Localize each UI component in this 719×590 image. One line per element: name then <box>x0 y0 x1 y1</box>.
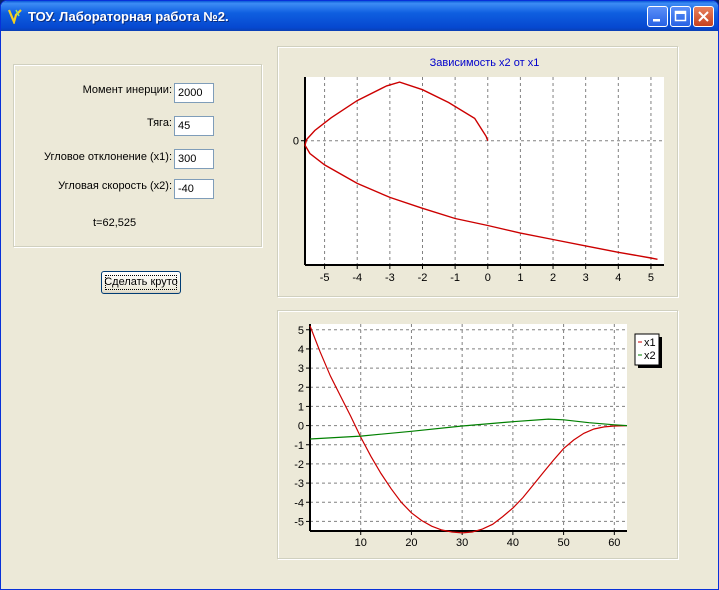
y-tick-label: 4 <box>298 344 304 356</box>
x-tick-label: 50 <box>557 537 569 549</box>
phase-chart: Зависимость x2 от x1 -5 -4 -3 -2 -1 0 1 2 3 4 5 0 <box>293 57 664 284</box>
angle-input[interactable]: 300 <box>174 149 214 169</box>
x-tick-label: -5 <box>320 272 330 284</box>
thrust-label: Тяга: <box>146 117 172 129</box>
x-tick-label: 0 <box>485 272 491 284</box>
client-area: Момент инерции: 2000 Тяга: 45 Угловое от… <box>4 31 715 587</box>
plot-area <box>305 77 664 265</box>
phase-chart-frame: Зависимость x2 от x1 -5 -4 -3 -2 -1 0 1 2 3 4 5 0 <box>277 46 678 297</box>
y-tick-label: 5 <box>298 325 304 337</box>
x-tick-label: 1 <box>517 272 523 284</box>
close-icon <box>698 11 709 22</box>
y-tick-label: -2 <box>294 459 304 471</box>
minimize-button[interactable] <box>647 6 668 27</box>
x-tick-label: 20 <box>405 537 417 549</box>
parameters-group: Момент инерции: 2000 Тяга: 45 Угловое от… <box>13 64 262 247</box>
x-tick-label: 2 <box>550 272 556 284</box>
window-title: ТОУ. Лабораторная работа №2. <box>28 9 229 24</box>
x-tick-label: 5 <box>648 272 654 284</box>
y-tick-label: -3 <box>294 478 304 490</box>
focus-rect <box>105 275 177 290</box>
maximize-icon <box>674 10 687 22</box>
y-tick-label: 0 <box>298 421 304 433</box>
x-tick-label: -4 <box>352 272 362 284</box>
x-tick-label: -3 <box>385 272 395 284</box>
x-tick-label: 10 <box>355 537 367 549</box>
y-tick-label: -5 <box>294 516 304 528</box>
legend-label: x1 <box>644 337 656 349</box>
x-tick-label: 30 <box>456 537 468 549</box>
y-tick-label: 0 <box>293 136 299 148</box>
chart-title: Зависимость x2 от x1 <box>430 57 540 69</box>
x-tick-label: 40 <box>507 537 519 549</box>
y-tick-label: -1 <box>294 440 304 452</box>
y-tick-label: 3 <box>298 363 304 375</box>
close-button[interactable] <box>693 6 714 27</box>
x-tick-label: 60 <box>608 537 620 549</box>
time-readout: t=62,525 <box>93 217 137 229</box>
legend-label: x2 <box>644 350 656 362</box>
y-tick-label: 1 <box>298 401 304 413</box>
inertia-label: Момент инерции: <box>82 84 172 96</box>
x-tick-label: -2 <box>418 272 428 284</box>
angle-label: Угловое отклонение (x1): <box>43 151 172 163</box>
inertia-input[interactable]: 2000 <box>174 83 214 103</box>
speed-label: Угловая скорость (x2): <box>58 180 172 192</box>
x-tick-label: 4 <box>615 272 621 284</box>
make-cool-button[interactable]: Сделать круто <box>101 271 181 294</box>
time-chart-frame: 10 20 30 40 50 60 5 4 3 2 1 0 -1 -2 -3 -4 -5 x1 x2 <box>277 310 678 559</box>
maximize-button[interactable] <box>670 6 691 27</box>
x-tick-label: -1 <box>450 272 460 284</box>
main-window: ТОУ. Лабораторная работа №2. Момент инер… <box>0 0 719 590</box>
app-icon <box>7 9 22 24</box>
title-bar[interactable]: ТОУ. Лабораторная работа №2. <box>1 1 718 31</box>
x-tick-label: 3 <box>583 272 589 284</box>
y-tick-label: 2 <box>298 382 304 394</box>
time-chart: 10 20 30 40 50 60543210-1-2-3-4-5x1x2 <box>294 324 662 549</box>
plot-area <box>310 324 627 531</box>
speed-input[interactable]: -40 <box>174 179 214 199</box>
minimize-icon <box>653 19 660 22</box>
thrust-input[interactable]: 45 <box>174 116 214 136</box>
y-tick-label: -4 <box>294 497 304 509</box>
